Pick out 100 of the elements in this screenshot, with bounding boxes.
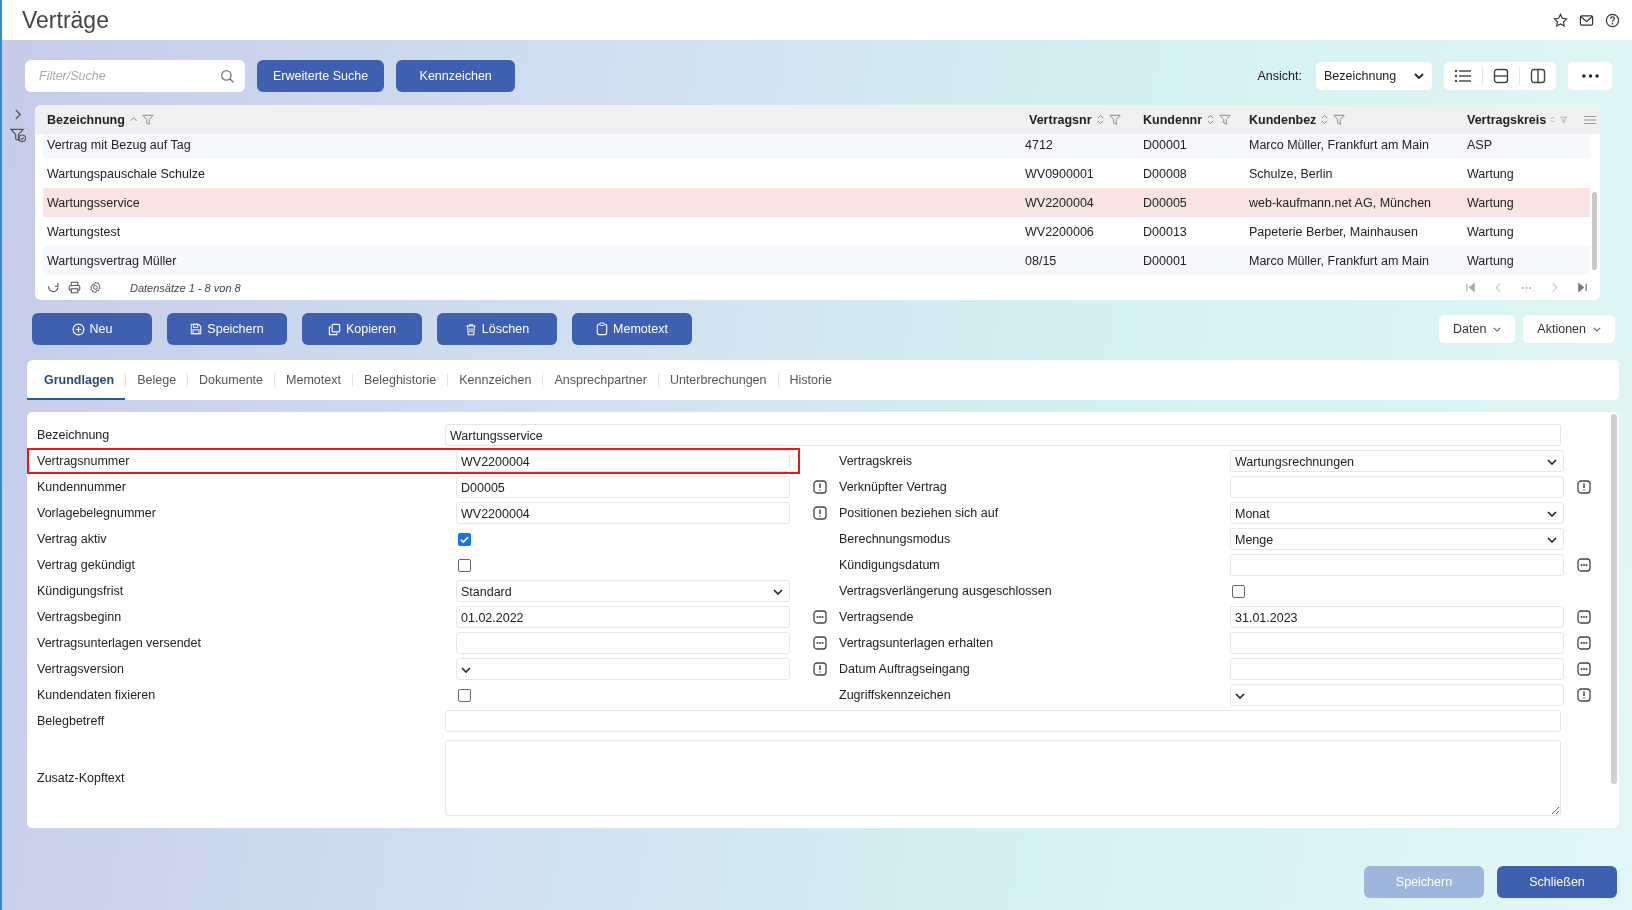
info-icon[interactable] (812, 506, 827, 520)
text-field[interactable] (456, 632, 790, 654)
text-field[interactable]: 31.01.2023 (1230, 606, 1564, 628)
table-cell-text: D00013 (1143, 224, 1188, 239)
info-icon[interactable] (812, 480, 827, 494)
tab[interactable]: Historie (778, 360, 843, 400)
filter-icon[interactable] (1333, 113, 1346, 126)
info-icon[interactable] (1576, 480, 1591, 494)
column-header[interactable]: Vertragskreis (1467, 112, 1547, 127)
record-count: Datensätze 1 - 8 von 8 (130, 281, 241, 294)
tab[interactable]: Beleghistorie (352, 360, 448, 400)
field-label: Vertragsende (839, 610, 915, 624)
tab[interactable]: Kennzeichen (448, 360, 543, 400)
field-label: Verknüpfter Vertrag (839, 480, 948, 494)
caret-icon (1593, 326, 1601, 332)
first-page-icon[interactable] (1465, 282, 1476, 293)
text-field[interactable] (1230, 632, 1564, 654)
help-icon[interactable] (1605, 12, 1620, 28)
table-row[interactable]: Vertrag mit Bezug auf Tag 4712 D00001 Marco Müller, Frankfurt am Main ASP (43, 134, 1590, 159)
select-field[interactable]: Standard (456, 580, 790, 602)
column-header[interactable]: Kundennr (1143, 112, 1203, 127)
list-icon[interactable] (1454, 68, 1472, 84)
table-cell-text: WV2200006 (1025, 224, 1095, 239)
more-icon[interactable] (812, 610, 827, 624)
search-field[interactable]: Filter/Suche (25, 60, 245, 92)
toolbar-button[interactable]: Kennzeichen (396, 60, 516, 92)
info-icon[interactable] (812, 662, 827, 676)
action-button[interactable]: Memotext (572, 313, 692, 345)
filter-icon[interactable] (1219, 113, 1232, 126)
chevron-right-icon[interactable] (14, 109, 23, 120)
action-button[interactable]: Löschen (437, 313, 557, 345)
star-icon[interactable] (1553, 12, 1568, 28)
column-header[interactable]: Kundenbez (1249, 112, 1317, 127)
column-header[interactable]: Vertragsnr (1029, 112, 1092, 127)
print-icon[interactable] (68, 281, 81, 294)
tab[interactable]: Belege (126, 360, 188, 400)
tab[interactable]: Memotext (275, 360, 352, 400)
text-field[interactable] (1230, 658, 1564, 680)
more-icon[interactable] (1576, 636, 1591, 650)
info-icon[interactable] (1576, 688, 1591, 702)
text-field[interactable]: 01.02.2022 (456, 606, 790, 628)
more-icon[interactable] (1576, 558, 1591, 572)
text-field[interactable]: WV2200004 (456, 450, 790, 472)
more-icon[interactable] (812, 636, 827, 650)
trash-icon (464, 322, 477, 336)
table-cell-text: Wartung (1467, 166, 1515, 181)
checkbox[interactable] (458, 558, 471, 572)
field-label: Kundendaten fixieren (36, 688, 157, 702)
select-field[interactable] (1230, 684, 1564, 706)
more-icon[interactable] (1576, 662, 1591, 676)
search-input[interactable]: Filter/Suche (37, 68, 220, 84)
table-row[interactable]: Wartungsservice WV2200004 D00005 web-kaufmann.net AG, München Wartung (43, 188, 1590, 217)
more-button[interactable] (1568, 62, 1612, 90)
mail-icon[interactable] (1579, 12, 1594, 28)
dropdown-button[interactable]: Aktionen (1523, 315, 1615, 343)
tab[interactable]: Ansprechpartner (543, 360, 658, 400)
refresh-icon[interactable] (47, 281, 60, 294)
tab[interactable]: Unterbrechungen (658, 360, 778, 400)
footer-button[interactable]: Schließen (1497, 866, 1617, 898)
table-cell-text: 08/15 (1025, 253, 1058, 268)
action-button[interactable]: Neu (32, 313, 152, 345)
toolbar-button[interactable]: Erweiterte Suche (257, 60, 385, 92)
text-field[interactable] (1230, 554, 1564, 576)
text-field[interactable] (445, 710, 1561, 732)
action-button[interactable]: Kopieren (302, 313, 422, 345)
select-field[interactable]: Menge (1230, 528, 1564, 550)
view-select[interactable]: Bezeichnung (1316, 62, 1432, 90)
select-field[interactable]: Monat (1230, 502, 1564, 524)
text-field[interactable]: Wartungsservice (445, 424, 1561, 446)
tab[interactable]: Grundlagen (27, 360, 126, 400)
filter-icon[interactable] (1108, 113, 1121, 126)
text-field[interactable] (1230, 476, 1564, 498)
text-field[interactable]: D00005 (456, 476, 790, 498)
search-icon[interactable] (220, 68, 235, 84)
filter-icon[interactable] (10, 128, 27, 143)
sort-icon[interactable] (1320, 114, 1330, 125)
column-header[interactable]: Bezeichnung (47, 112, 125, 127)
plus-circle-icon (71, 322, 85, 336)
dropdown-button[interactable]: Daten (1439, 315, 1516, 343)
column-menu-icon[interactable] (1584, 115, 1596, 125)
split-vertical-icon[interactable] (1530, 68, 1546, 84)
text-field[interactable]: WV2200004 (456, 502, 790, 524)
filter-icon[interactable] (141, 113, 154, 126)
table-row[interactable]: Wartungsvertrag Müller 08/15 D00001 Marco Müller, Frankfurt am Main Wartung (43, 246, 1590, 275)
more-icon[interactable] (1576, 610, 1591, 624)
split-horizontal-icon[interactable] (1493, 68, 1509, 84)
table-cell-text: Vertrag mit Bezug auf Tag (47, 137, 192, 152)
select-field[interactable]: Wartungsrechnungen (1230, 450, 1564, 472)
checkbox[interactable] (1232, 584, 1245, 598)
sort-icon[interactable] (1206, 114, 1216, 125)
field-label: Vertragsunterlagen erhalten (839, 636, 995, 650)
last-page-icon[interactable] (1577, 282, 1588, 293)
checkbox[interactable] (458, 532, 471, 546)
select-field[interactable] (456, 658, 790, 680)
sort-ascending-icon[interactable] (128, 115, 138, 124)
action-button[interactable]: Speichern (167, 313, 287, 345)
checkbox[interactable] (458, 688, 471, 702)
settings-icon[interactable] (89, 281, 102, 294)
sort-icon[interactable] (1095, 114, 1105, 125)
tab[interactable]: Dokumente (188, 360, 275, 400)
